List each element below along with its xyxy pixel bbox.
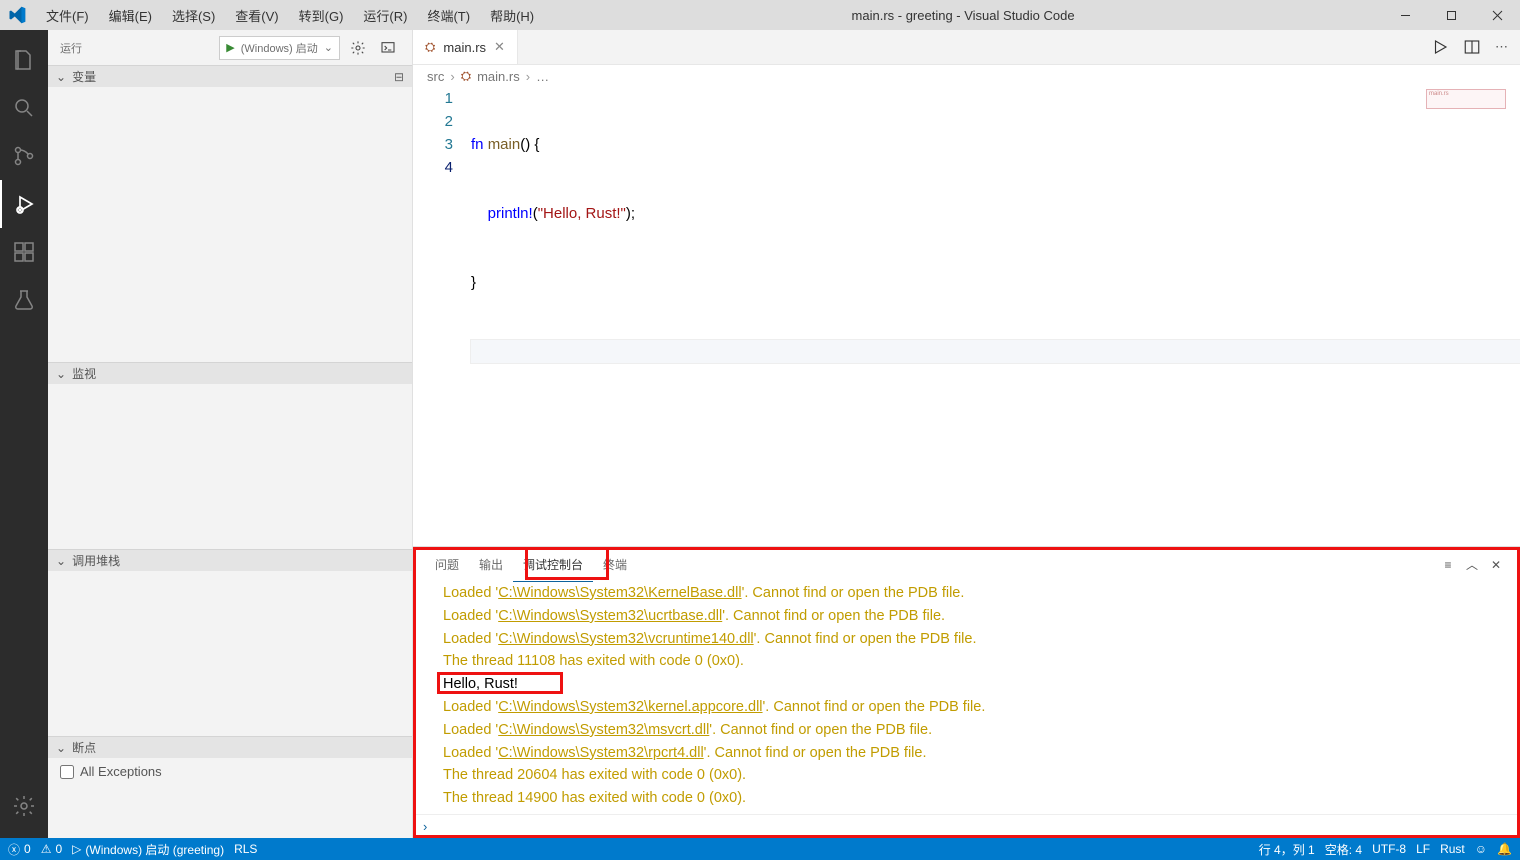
section-watch-label: 监视 bbox=[72, 365, 96, 382]
window-title: main.rs - greeting - Visual Studio Code bbox=[544, 8, 1382, 23]
activity-extensions[interactable] bbox=[0, 228, 48, 276]
section-variables-header[interactable]: ⌄ 变量 ⊟ bbox=[48, 65, 412, 87]
section-callstack-header[interactable]: ⌄ 调用堆栈 bbox=[48, 549, 412, 571]
run-icon[interactable] bbox=[1431, 38, 1449, 56]
window-minimize[interactable] bbox=[1382, 0, 1428, 30]
status-warnings[interactable]: ⚠0 bbox=[41, 842, 62, 856]
breadcrumbs[interactable]: src › ⛭ main.rs › … bbox=[413, 65, 1520, 87]
chevron-down-icon: ⌄ bbox=[56, 70, 66, 84]
menu-edit[interactable]: 编辑(E) bbox=[99, 2, 162, 29]
vscode-icon bbox=[8, 6, 26, 24]
code-editor[interactable]: 1 2 3 4 fn main() { println!("Hello, Rus… bbox=[413, 87, 1520, 546]
section-watch-body bbox=[48, 384, 412, 549]
status-feedback-icon[interactable]: ☺ bbox=[1475, 842, 1487, 856]
status-encoding[interactable]: UTF-8 bbox=[1372, 842, 1406, 856]
status-bell-icon[interactable]: 🔔 bbox=[1497, 842, 1512, 856]
menu-go[interactable]: 转到(G) bbox=[289, 2, 354, 29]
window-close[interactable] bbox=[1474, 0, 1520, 30]
breadcrumb-more[interactable]: … bbox=[536, 69, 549, 84]
editor-tabs: ⛭ main.rs ✕ ⋯ bbox=[413, 30, 1520, 65]
status-language[interactable]: Rust bbox=[1440, 842, 1465, 856]
panel-maximize-icon[interactable]: ︿ bbox=[1460, 556, 1484, 573]
status-rls[interactable]: RLS bbox=[234, 842, 257, 856]
status-errors[interactable]: ⓧ0 bbox=[8, 841, 31, 858]
breakpoint-row[interactable]: All Exceptions bbox=[60, 764, 400, 779]
collapse-icon[interactable]: ⊟ bbox=[394, 70, 404, 84]
filter-icon[interactable]: ≡ bbox=[1436, 558, 1460, 572]
menu-terminal[interactable]: 终端(T) bbox=[417, 2, 480, 29]
section-variables-body bbox=[48, 87, 412, 362]
start-debug-icon[interactable]: ▶ bbox=[226, 41, 234, 54]
window-maximize[interactable] bbox=[1428, 0, 1474, 30]
panel-tabs: 问题 输出 调试控制台 终端 ≡ ︿ ✕ bbox=[413, 547, 1520, 582]
activity-debug[interactable] bbox=[0, 180, 48, 228]
status-eol[interactable]: LF bbox=[1416, 842, 1430, 856]
panel-tab-terminal[interactable]: 终端 bbox=[593, 548, 637, 581]
chevron-down-icon: ⌄ bbox=[56, 367, 66, 381]
status-spaces[interactable]: 空格: 4 bbox=[1325, 841, 1362, 858]
status-bar: ⓧ0 ⚠0 ▷(Windows) 启动 (greeting) RLS 行 4，列… bbox=[0, 838, 1520, 860]
menu-help[interactable]: 帮助(H) bbox=[480, 2, 544, 29]
tab-close-icon[interactable]: ✕ bbox=[494, 39, 505, 55]
tab-main-rs[interactable]: ⛭ main.rs ✕ bbox=[413, 30, 518, 64]
section-watch-header[interactable]: ⌄ 监视 bbox=[48, 362, 412, 384]
code-content[interactable]: fn main() { println!("Hello, Rust!"); } bbox=[471, 87, 1520, 546]
gear-icon[interactable] bbox=[346, 36, 370, 60]
chevron-right-icon: › bbox=[450, 69, 454, 84]
panel-tab-debug-console[interactable]: 调试控制台 bbox=[513, 548, 593, 582]
section-breakpoints-header[interactable]: ⌄ 断点 bbox=[48, 736, 412, 758]
breakpoint-label: All Exceptions bbox=[80, 764, 162, 779]
breadcrumb-folder[interactable]: src bbox=[427, 69, 444, 84]
tab-label: main.rs bbox=[443, 40, 486, 55]
activity-explorer[interactable] bbox=[0, 36, 48, 84]
status-position[interactable]: 行 4，列 1 bbox=[1259, 841, 1315, 858]
editor-area: ⛭ main.rs ✕ ⋯ src › ⛭ main.rs › … 1 2 3 bbox=[413, 30, 1520, 838]
section-callstack-body bbox=[48, 571, 412, 736]
chevron-down-icon: ⌄ bbox=[56, 741, 66, 755]
activity-settings[interactable] bbox=[0, 782, 48, 830]
rust-file-icon: ⛭ bbox=[425, 39, 435, 55]
chevron-right-icon: › bbox=[526, 69, 530, 84]
debug-console-icon[interactable] bbox=[376, 36, 400, 60]
activity-test[interactable] bbox=[0, 276, 48, 324]
panel-tab-problems[interactable]: 问题 bbox=[425, 548, 469, 581]
breadcrumb-file[interactable]: main.rs bbox=[477, 69, 520, 84]
play-icon: ▷ bbox=[72, 842, 81, 856]
error-icon: ⓧ bbox=[8, 841, 20, 858]
debug-sidebar: 运行 ▶ (Windows) 启动 ⌄ ⌄ 变量 ⊟ ⌄ 监视 ⌄ 调用堆栈 bbox=[48, 30, 413, 838]
bottom-panel: 问题 输出 调试控制台 终端 ≡ ︿ ✕ Loaded 'C:\Windows\… bbox=[413, 546, 1520, 838]
run-config-label: (Windows) 启动 bbox=[241, 40, 318, 56]
run-config-selector[interactable]: ▶ (Windows) 启动 ⌄ bbox=[219, 36, 340, 60]
panel-tab-output[interactable]: 输出 bbox=[469, 548, 513, 581]
minimap[interactable]: main.rs bbox=[1426, 89, 1506, 109]
activity-scm[interactable] bbox=[0, 132, 48, 180]
section-breakpoints-label: 断点 bbox=[72, 739, 96, 756]
status-launch[interactable]: ▷(Windows) 启动 (greeting) bbox=[72, 841, 224, 858]
line-number-gutter: 1 2 3 4 bbox=[413, 87, 471, 546]
activity-bar bbox=[0, 30, 48, 838]
split-editor-icon[interactable] bbox=[1463, 38, 1481, 56]
menu-view[interactable]: 查看(V) bbox=[225, 2, 288, 29]
menu-selection[interactable]: 选择(S) bbox=[162, 2, 225, 29]
menu-run[interactable]: 运行(R) bbox=[353, 2, 417, 29]
rust-file-icon: ⛭ bbox=[461, 68, 471, 84]
more-icon[interactable]: ⋯ bbox=[1495, 39, 1508, 55]
chevron-down-icon: ⌄ bbox=[56, 554, 66, 568]
section-callstack-label: 调用堆栈 bbox=[72, 552, 120, 569]
menu-file[interactable]: 文件(F) bbox=[36, 2, 99, 29]
warning-icon: ⚠ bbox=[41, 842, 52, 856]
section-breakpoints-body: All Exceptions bbox=[48, 758, 412, 785]
menu-bar: 文件(F) 编辑(E) 选择(S) 查看(V) 转到(G) 运行(R) 终端(T… bbox=[36, 2, 544, 29]
section-variables-label: 变量 bbox=[72, 68, 96, 85]
panel-close-icon[interactable]: ✕ bbox=[1484, 558, 1508, 572]
debug-console-input[interactable]: › bbox=[413, 814, 1520, 838]
chevron-down-icon: ⌄ bbox=[324, 41, 333, 54]
title-bar: 文件(F) 编辑(E) 选择(S) 查看(V) 转到(G) 运行(R) 终端(T… bbox=[0, 0, 1520, 30]
breakpoint-checkbox[interactable] bbox=[60, 765, 74, 779]
sidebar-title: 运行 bbox=[60, 40, 82, 56]
activity-search[interactable] bbox=[0, 84, 48, 132]
debug-console-output[interactable]: Loaded 'C:\Windows\System32\KernelBase.d… bbox=[413, 582, 1520, 814]
